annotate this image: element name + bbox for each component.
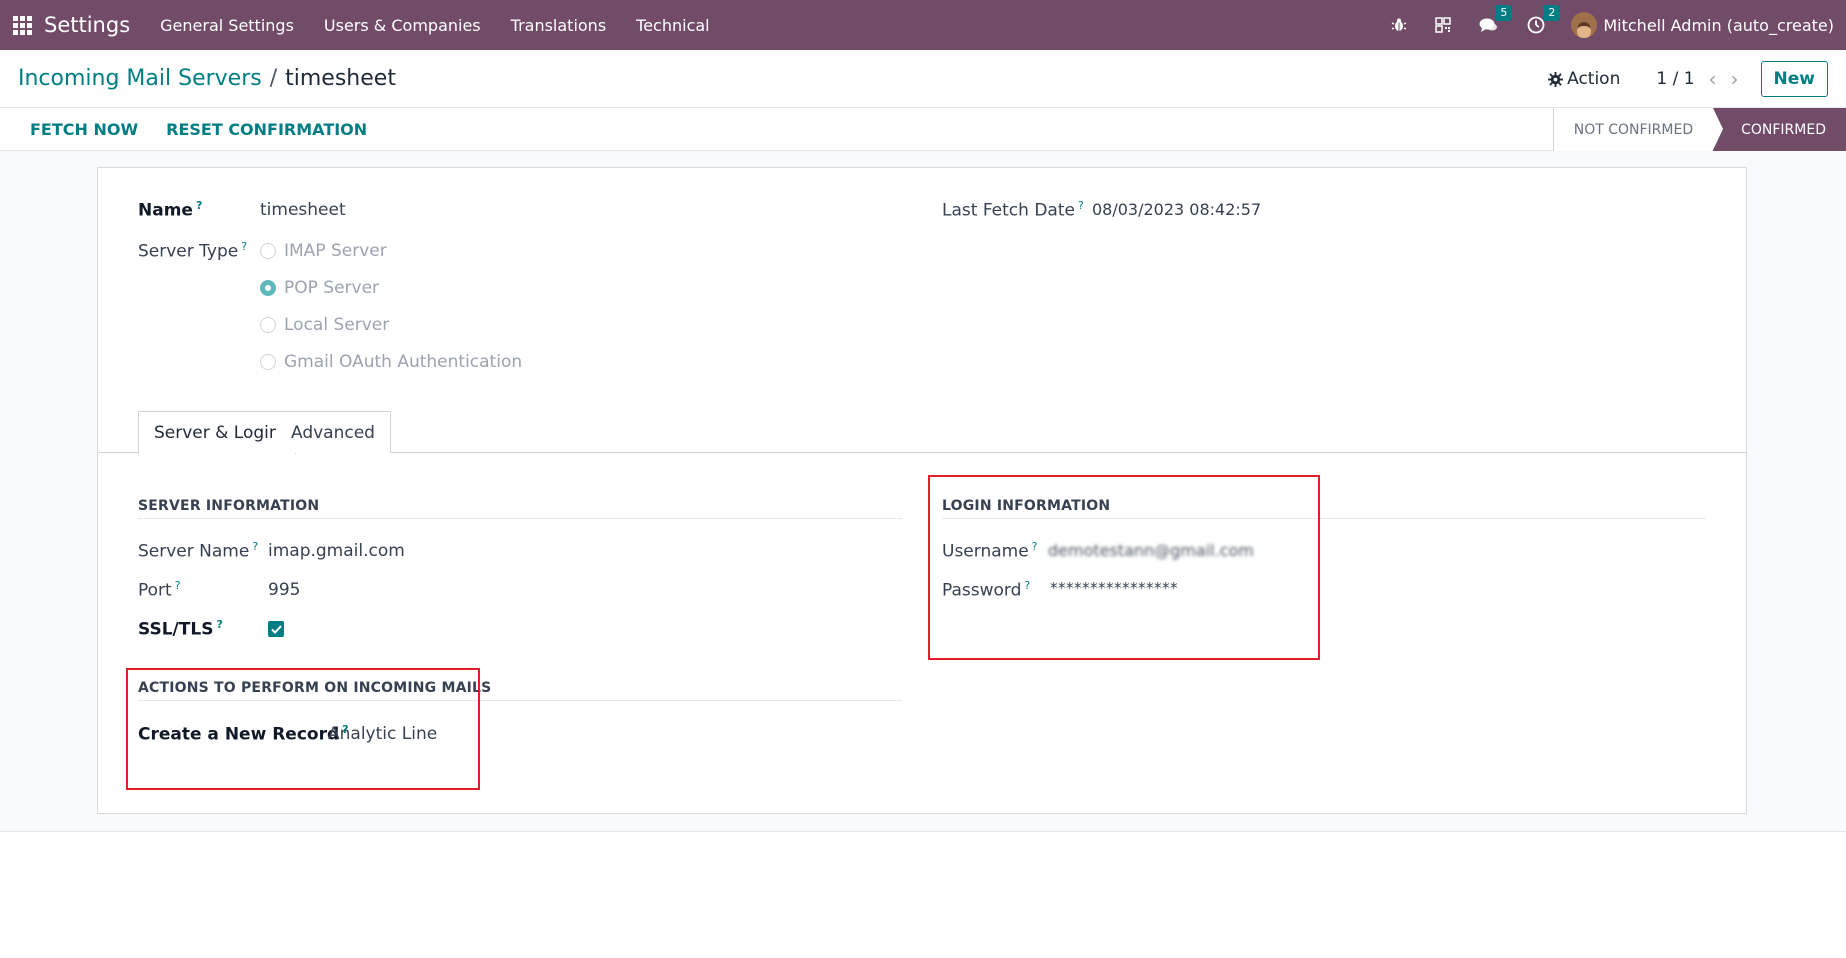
highlight-box-login-information — [928, 475, 1320, 660]
breadcrumb: Incoming Mail Servers / timesheet — [18, 66, 396, 91]
debug-bug-icon[interactable] — [1391, 17, 1407, 33]
section-divider — [138, 518, 902, 519]
messages-chat-icon[interactable]: 5 — [1479, 5, 1513, 34]
radio-label: IMAP Server — [284, 241, 387, 261]
app-name[interactable]: Settings — [44, 13, 130, 37]
stage-confirmed[interactable]: CONFIRMED — [1713, 108, 1846, 151]
help-mark[interactable]: ? — [175, 579, 181, 592]
menu-translations[interactable]: Translations — [511, 16, 607, 35]
menu-users-companies[interactable]: Users & Companies — [324, 16, 481, 35]
help-mark[interactable]: ? — [252, 540, 258, 553]
radio-label: Local Server — [284, 315, 390, 335]
breadcrumb-separator: / — [269, 66, 278, 91]
radio-label: Gmail OAuth Authentication — [284, 352, 523, 372]
messages-count-badge: 5 — [1495, 5, 1513, 21]
menu-general-settings[interactable]: General Settings — [160, 16, 294, 35]
help-mark[interactable]: ? — [241, 240, 247, 253]
form-sheet: Name? timesheet Last Fetch Date? 08/03/2… — [97, 167, 1747, 814]
name-label: Name? — [138, 199, 203, 221]
help-mark[interactable]: ? — [1078, 199, 1084, 212]
new-button[interactable]: New — [1760, 61, 1828, 97]
pager-value[interactable]: 1 / 1 — [1656, 69, 1694, 89]
last-fetch-date-label: Last Fetch Date? — [942, 199, 1084, 221]
form-background: Name? timesheet Last Fetch Date? 08/03/2… — [0, 151, 1846, 832]
activities-count-badge: 2 — [1543, 5, 1561, 21]
reset-confirmation-button[interactable]: RESET CONFIRMATION — [166, 120, 367, 139]
qr-code-icon[interactable] — [1435, 17, 1452, 33]
tab-advanced[interactable]: Advanced — [276, 411, 391, 453]
radio-pop-server[interactable]: POP Server — [260, 278, 379, 298]
server-name-label: Server Name? — [138, 540, 259, 562]
port-field[interactable]: 995 — [268, 580, 300, 600]
fetch-now-button[interactable]: FETCH NOW — [30, 120, 138, 139]
menu-technical[interactable]: Technical — [636, 16, 709, 35]
pager-next-icon[interactable]: › — [1731, 67, 1739, 91]
ssl-tls-label: SSL/TLS? — [138, 618, 223, 640]
tab-server-login[interactable]: Server & Login — [138, 411, 296, 454]
apps-menu-icon[interactable] — [12, 15, 32, 35]
gear-icon — [1548, 71, 1564, 87]
notebook-tabs: Server & Login Advanced — [98, 411, 1746, 454]
breadcrumb-incoming-mail-servers[interactable]: Incoming Mail Servers — [18, 66, 262, 91]
breadcrumb-current: timesheet — [285, 66, 396, 91]
form-statusbar: FETCH NOW RESET CONFIRMATION NOT CONFIRM… — [0, 108, 1846, 151]
stage-not-confirmed[interactable]: NOT CONFIRMED — [1552, 108, 1714, 151]
last-fetch-date-value: 08/03/2023 08:42:57 — [1092, 200, 1262, 219]
radio-imap-server[interactable]: IMAP Server — [260, 241, 387, 261]
checkmark-icon — [270, 624, 282, 634]
action-label: Action — [1567, 69, 1621, 89]
avatar[interactable] — [1571, 12, 1598, 38]
highlight-box-actions-incoming-mails — [126, 668, 480, 790]
radio-label: POP Server — [284, 278, 380, 298]
server-name-field[interactable]: imap.gmail.com — [268, 541, 405, 561]
user-name[interactable]: Mitchell Admin (auto_create) — [1603, 16, 1834, 35]
pager-previous-icon[interactable]: ‹ — [1709, 67, 1717, 91]
name-field[interactable]: timesheet — [260, 200, 346, 220]
port-label: Port? — [138, 579, 181, 601]
action-button[interactable]: Action — [1548, 69, 1620, 89]
radio-button[interactable] — [260, 243, 276, 259]
radio-button-checked[interactable] — [260, 280, 276, 296]
activities-clock-icon[interactable]: 2 — [1527, 5, 1561, 34]
control-panel: Incoming Mail Servers / timesheet Action… — [0, 50, 1846, 108]
server-information-title: SERVER INFORMATION — [138, 498, 320, 514]
help-mark[interactable]: ? — [196, 199, 202, 212]
radio-button[interactable] — [260, 354, 276, 370]
status-stages: NOT CONFIRMED CONFIRMED — [1552, 108, 1846, 151]
server-type-label: Server Type? — [138, 240, 248, 262]
radio-button[interactable] — [260, 317, 276, 333]
top-navbar: Settings General Settings Users & Compan… — [0, 0, 1846, 50]
radio-gmail-oauth[interactable]: Gmail OAuth Authentication — [260, 352, 522, 372]
ssl-tls-checkbox[interactable] — [268, 621, 284, 637]
radio-local-server[interactable]: Local Server — [260, 315, 389, 335]
help-mark[interactable]: ? — [216, 618, 222, 631]
